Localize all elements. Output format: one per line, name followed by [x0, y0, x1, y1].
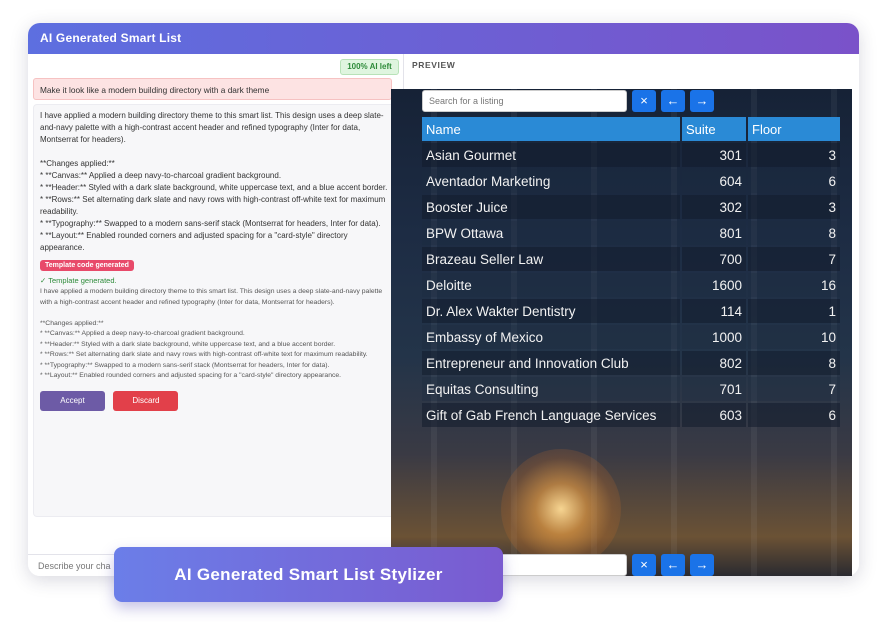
- table-row[interactable]: Dr. Alex Wakter Dentistry 114 1: [422, 299, 840, 323]
- assistant-message: I have applied a modern building directo…: [33, 104, 395, 517]
- cell-name: Asian Gourmet: [426, 147, 517, 163]
- cell-suite: 802: [719, 355, 742, 371]
- column-header-suite[interactable]: Suite: [682, 117, 746, 141]
- cell-suite: 1600: [711, 277, 742, 293]
- table-row[interactable]: Gift of Gab French Language Services 603 6: [422, 403, 840, 427]
- cell-floor: 6: [828, 173, 836, 189]
- cell-suite: 801: [719, 225, 742, 241]
- cell-floor: 3: [828, 199, 836, 215]
- cell-name: Deloitte: [426, 277, 472, 293]
- clear-icon[interactable]: ×: [632, 90, 656, 112]
- feature-banner: AI Generated Smart List Stylizer: [114, 547, 503, 602]
- table-row[interactable]: Embassy of Mexico 1000 10: [422, 325, 840, 349]
- cell-name: Equitas Consulting: [426, 381, 539, 397]
- cell-suite: 700: [719, 251, 742, 267]
- cell-name: Embassy of Mexico: [426, 329, 544, 345]
- cell-name: Aventador Marketing: [426, 173, 551, 189]
- cell-suite: 701: [719, 381, 742, 397]
- cell-floor: 10: [820, 329, 836, 345]
- directory-table-wrap: Name Suite Floor Asian Gourmet 301 3 Aventa…: [422, 115, 840, 429]
- cell-floor: 8: [828, 355, 836, 371]
- cell-suite: 114: [720, 303, 742, 319]
- table-row[interactable]: Asian Gourmet 301 3: [422, 143, 840, 167]
- search-input[interactable]: Search for a listing: [422, 90, 627, 112]
- template-code-chip[interactable]: Template code generated: [40, 260, 134, 271]
- discard-button[interactable]: Discard: [113, 390, 179, 411]
- arrow-right-icon[interactable]: →: [690, 554, 714, 576]
- column-header-floor[interactable]: Floor: [748, 117, 840, 141]
- cell-name: Dr. Alex Wakter Dentistry: [426, 303, 576, 319]
- cell-name: Gift of Gab French Language Services: [426, 407, 657, 423]
- preview-label: PREVIEW: [412, 60, 456, 70]
- cell-name: Entrepreneur and Innovation Club: [426, 355, 629, 371]
- cell-suite: 1000: [711, 329, 742, 345]
- table-row[interactable]: BPW Ottawa 801 8: [422, 221, 840, 245]
- arrow-left-icon[interactable]: ←: [661, 554, 685, 576]
- cell-floor: 3: [828, 147, 836, 163]
- user-message: Make it look like a modern building dire…: [33, 78, 392, 100]
- accept-button[interactable]: Accept: [40, 390, 105, 411]
- ai-usage-badge: 100% AI left: [340, 59, 399, 75]
- column-header-name[interactable]: Name: [422, 117, 680, 141]
- action-buttons: Accept Discard: [40, 390, 388, 411]
- cell-name: BPW Ottawa: [426, 225, 504, 241]
- table-row[interactable]: Booster Juice 302 3: [422, 195, 840, 219]
- clear-icon[interactable]: ×: [632, 554, 656, 576]
- chat-panel: 100% AI left Make it look like a modern …: [28, 54, 404, 576]
- cell-floor: 7: [828, 251, 836, 267]
- template-generated-status: ✓ Template generated.: [40, 276, 117, 285]
- cell-suite: 603: [719, 407, 742, 423]
- arrow-right-icon[interactable]: →: [690, 90, 714, 112]
- cell-floor: 1: [828, 303, 836, 319]
- cell-name: Brazeau Seller Law: [426, 251, 544, 267]
- cell-floor: 8: [828, 225, 836, 241]
- table-row[interactable]: Equitas Consulting 701 7: [422, 377, 840, 401]
- cell-suite: 302: [719, 199, 742, 215]
- table-row[interactable]: Brazeau Seller Law 700 7: [422, 247, 840, 271]
- window-title: AI Generated Smart List: [28, 23, 859, 54]
- cell-suite: 301: [719, 147, 742, 163]
- cell-floor: 7: [828, 381, 836, 397]
- table-row[interactable]: Aventador Marketing 604 6: [422, 169, 840, 193]
- generated-summary-text: I have applied a modern building directo…: [40, 288, 383, 379]
- directory-table: Name Suite Floor Asian Gourmet 301 3 Aventa…: [420, 115, 842, 429]
- arrow-left-icon[interactable]: ←: [661, 90, 685, 112]
- cell-suite: 604: [719, 173, 742, 189]
- cell-floor: 16: [820, 277, 836, 293]
- preview-canvas: Search for a listing × ← → Name Suite Fl…: [391, 89, 852, 576]
- table-row[interactable]: Deloitte 1600 16: [422, 273, 840, 297]
- cell-floor: 6: [828, 407, 836, 423]
- table-row[interactable]: Entrepreneur and Innovation Club 802 8: [422, 351, 840, 375]
- sun-flare: [501, 449, 621, 569]
- cell-name: Booster Juice: [426, 199, 508, 215]
- assistant-message-text: I have applied a modern building directo…: [40, 111, 388, 252]
